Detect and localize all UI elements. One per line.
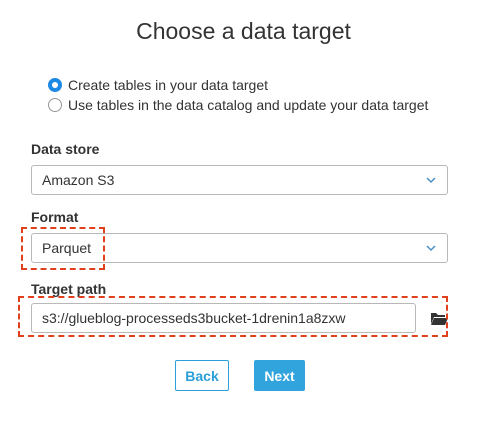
radio-use-catalog[interactable]: Use tables in the data catalog and updat… bbox=[48, 97, 428, 113]
radio-label-create-tables: Create tables in your data target bbox=[68, 77, 269, 93]
radio-create-tables[interactable]: Create tables in your data target bbox=[48, 77, 268, 93]
data-store-select[interactable]: Amazon S3 bbox=[31, 165, 448, 195]
next-button[interactable]: Next bbox=[254, 360, 305, 391]
data-store-label: Data store bbox=[31, 141, 100, 157]
format-label: Format bbox=[31, 209, 79, 225]
back-button[interactable]: Back bbox=[175, 360, 229, 391]
target-path-highlight-box bbox=[18, 296, 448, 337]
chevron-down-icon bbox=[426, 177, 436, 184]
target-path-label: Target path bbox=[31, 281, 107, 297]
data-store-value: Amazon S3 bbox=[42, 172, 115, 188]
page-title: Choose a data target bbox=[136, 18, 351, 44]
format-highlight-box bbox=[21, 227, 105, 270]
chevron-down-icon bbox=[426, 245, 436, 252]
radio-button-selected[interactable] bbox=[48, 78, 62, 92]
radio-label-use-catalog: Use tables in the data catalog and updat… bbox=[68, 97, 429, 113]
radio-button[interactable] bbox=[48, 98, 62, 112]
